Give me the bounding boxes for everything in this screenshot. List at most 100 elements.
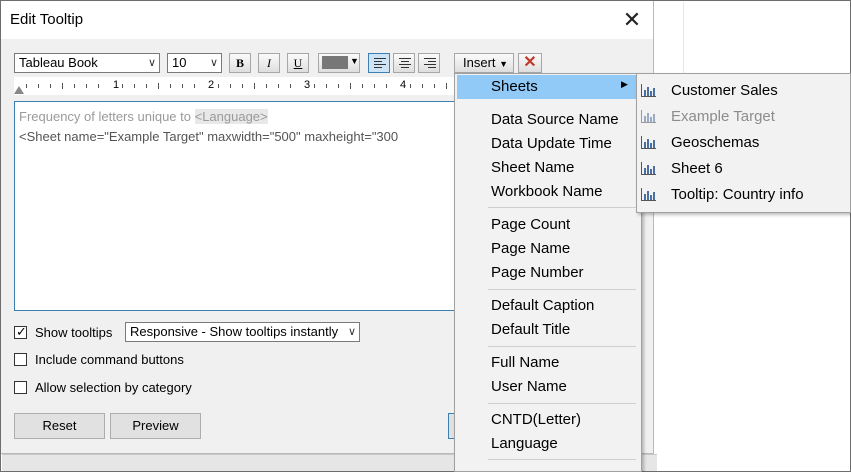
ruler: 1 2 3 4 — [14, 77, 456, 95]
font-color-swatch — [322, 56, 348, 69]
ruler-tick — [122, 84, 123, 88]
indent-marker[interactable] — [14, 86, 24, 94]
ruler-tick — [362, 84, 363, 88]
underline-button[interactable]: U — [287, 53, 309, 73]
ruler-tick — [182, 84, 183, 88]
ruler-tick — [230, 84, 231, 88]
ruler-tick — [434, 84, 435, 88]
chevron-down-icon: ∨ — [209, 57, 218, 69]
insert-label: Insert — [463, 55, 496, 70]
bold-button[interactable]: B — [229, 53, 251, 73]
show-tooltips-checkbox[interactable]: ✓ — [14, 324, 27, 339]
menu-item-default-title[interactable]: Default Title — [491, 321, 570, 338]
tooltip-editor[interactable]: Frequency of letters unique to <Language… — [14, 101, 456, 311]
menu-item-data-source-name[interactable]: Data Source Name — [491, 111, 619, 128]
editor-line: <Sheet name="Example Target" maxwidth="5… — [19, 129, 399, 144]
sheet-item-tooltip-country-info[interactable]: Tooltip: Country info — [671, 186, 804, 203]
align-left-button[interactable] — [368, 53, 390, 73]
align-center-button[interactable] — [393, 53, 415, 73]
menu-separator — [488, 207, 636, 208]
menu-item-cntd-letter[interactable]: CNTD(Letter) — [491, 411, 581, 428]
ruler-tick — [446, 83, 447, 89]
allow-selection-label: Allow selection by category — [35, 380, 192, 395]
menu-item-label: Sheets — [491, 78, 538, 95]
font-family-select[interactable]: Tableau Book ∨ — [14, 53, 160, 73]
menu-item-page-count[interactable]: Page Count — [491, 216, 570, 233]
allow-selection-checkbox[interactable] — [14, 381, 27, 394]
ruler-tick — [338, 84, 339, 88]
chevron-down-icon: ∨ — [347, 326, 356, 338]
ruler-tick — [314, 84, 315, 88]
ruler-tick — [26, 84, 27, 88]
ruler-tick — [170, 84, 171, 88]
ruler-number: 1 — [113, 79, 120, 91]
ruler-tick — [194, 84, 195, 88]
include-command-buttons-checkbox[interactable] — [14, 353, 27, 366]
menu-item-data-update-time[interactable]: Data Update Time — [491, 135, 612, 152]
menu-separator — [488, 403, 636, 404]
bar-chart-icon — [641, 188, 656, 201]
ruler-tick — [62, 83, 63, 89]
menu-item-full-name[interactable]: Full Name — [491, 354, 559, 371]
sheet-item-sheet-6[interactable]: Sheet 6 — [671, 160, 723, 177]
ruler-tick — [422, 84, 423, 88]
ruler-number: 3 — [304, 79, 311, 91]
clear-formatting-button[interactable]: ✕ — [518, 53, 542, 73]
ruler-tick — [146, 84, 147, 88]
align-right-icon — [424, 58, 436, 70]
menu-item-sheet-name[interactable]: Sheet Name — [491, 159, 574, 176]
menu-item-page-name[interactable]: Page Name — [491, 240, 570, 257]
menu-item-sheets[interactable] — [457, 75, 636, 99]
ruler-number: 2 — [208, 79, 215, 91]
align-left-icon — [374, 58, 386, 70]
ruler-tick — [242, 84, 243, 88]
font-family-value: Tableau Book — [19, 55, 98, 70]
show-tooltips-label: Show tooltips — [35, 325, 113, 340]
sheet-item-geoschemas[interactable]: Geoschemas — [671, 134, 759, 151]
bar-chart-icon — [641, 136, 656, 149]
sheet-item-customer-sales[interactable]: Customer Sales — [671, 82, 778, 99]
menu-item-page-number[interactable]: Page Number — [491, 264, 584, 281]
sheet-item-example-target: Example Target — [671, 108, 775, 125]
align-right-button[interactable] — [418, 53, 440, 73]
tooltip-behavior-value: Responsive - Show tooltips instantly — [130, 324, 339, 339]
menu-separator — [488, 459, 636, 460]
ruler-tick — [86, 84, 87, 88]
ruler-tick — [158, 83, 159, 89]
preview-button[interactable]: Preview — [110, 413, 201, 439]
italic-button[interactable]: I — [258, 53, 280, 73]
ruler-tick — [254, 83, 255, 89]
ruler-tick — [374, 84, 375, 88]
include-command-buttons-label: Include command buttons — [35, 352, 184, 367]
menu-separator — [488, 346, 636, 347]
clear-icon: ✕ — [523, 54, 537, 71]
bar-chart-icon — [641, 162, 656, 175]
ruler-tick — [38, 84, 39, 88]
ruler-tick — [386, 84, 387, 88]
ruler-tick — [50, 84, 51, 88]
menu-separator — [488, 289, 636, 290]
close-button[interactable]: ✕ — [618, 6, 646, 34]
align-center-icon — [399, 58, 411, 70]
submenu-arrow-icon: ▶ — [621, 79, 628, 89]
ruler-tick — [278, 84, 279, 88]
menu-item-workbook-name[interactable]: Workbook Name — [491, 183, 602, 200]
dropdown-arrow-icon: ▼ — [499, 59, 509, 69]
menu-item-default-caption[interactable]: Default Caption — [491, 297, 594, 314]
ruler-tick — [350, 83, 351, 89]
tooltip-behavior-select[interactable]: Responsive - Show tooltips instantly ∨ — [125, 322, 360, 342]
ruler-tick — [410, 84, 411, 88]
ruler-tick — [326, 84, 327, 88]
font-size-value: 10 — [172, 55, 187, 70]
menu-item-user-name[interactable]: User Name — [491, 378, 567, 395]
menu-item-language[interactable]: Language — [491, 435, 558, 452]
close-icon: ✕ — [622, 7, 642, 32]
insert-button[interactable]: Insert ▼ — [454, 53, 514, 73]
ruler-number: 4 — [400, 79, 407, 91]
bar-chart-icon — [641, 110, 656, 123]
editor-line: Frequency of letters unique to <Language… — [19, 109, 268, 124]
font-size-select[interactable]: 10 ∨ — [167, 53, 222, 73]
editor-text: Frequency of letters unique to — [19, 109, 195, 124]
ruler-tick — [74, 84, 75, 88]
reset-button[interactable]: Reset — [14, 413, 105, 439]
